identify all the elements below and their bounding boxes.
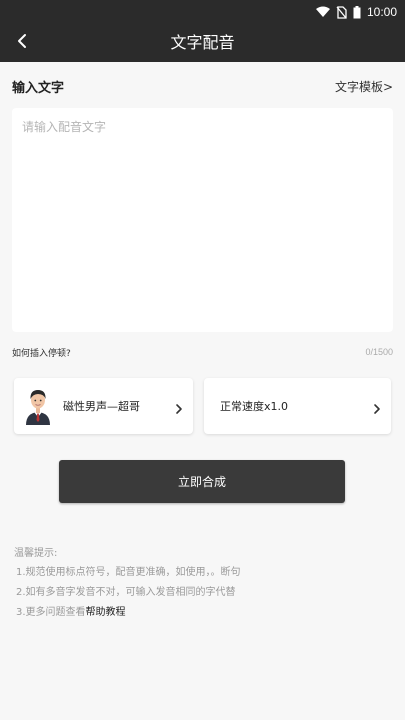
synthesize-button[interactable]: 立即合成 [59,460,345,503]
text-input-container [12,108,393,332]
voice-label: 磁性男声—超哥 [63,400,140,413]
voice-select-card[interactable]: 磁性男声—超哥 [14,378,193,434]
speed-select-card[interactable]: 正常速度x1.0 [204,378,391,434]
pause-help-link[interactable]: 如何插入停顿? [12,346,71,359]
text-template-link[interactable]: 文字模板> [335,78,393,95]
char-counter: 0/1500 [365,347,393,357]
status-icons: 10:00 [315,3,397,21]
tips-section: 温馨提示: 1.规范使用标点符号，配音更准确，如使用，。断句 2.如有多音字发音… [14,545,391,623]
status-bar: 10:00 [0,0,405,24]
speed-label: 正常速度x1.0 [220,400,289,413]
tip-line-3-text: 3.更多问题查看 [16,607,86,618]
help-tutorial-link[interactable]: 帮助教程 [86,607,126,618]
chevron-right-icon [371,400,383,414]
tip-line-3: 3.更多问题查看帮助教程 [14,603,391,623]
tip-line-2: 2.如有多音字发音不对，可输入发音相同的字代替 [16,587,236,598]
tips-title: 温馨提示: [14,548,58,559]
input-helper-row: 如何插入停顿? 0/1500 [12,344,393,360]
status-clock: 10:00 [366,5,397,19]
no-sim-icon [336,5,347,19]
dubbing-text-input[interactable] [12,108,393,332]
input-section-title: 输入文字 [12,80,65,96]
page-title: 文字配音 [170,33,235,52]
tip-line-1: 1.规范使用标点符号，配音更准确，如使用，。断句 [16,567,241,578]
male-voice-avatar [25,387,51,425]
battery-icon [353,5,361,19]
wifi-icon [315,6,330,18]
app-bar: 文字配音 [0,24,405,62]
chevron-right-icon [173,400,185,414]
input-section-header: 输入文字 文字模板> [12,74,393,98]
